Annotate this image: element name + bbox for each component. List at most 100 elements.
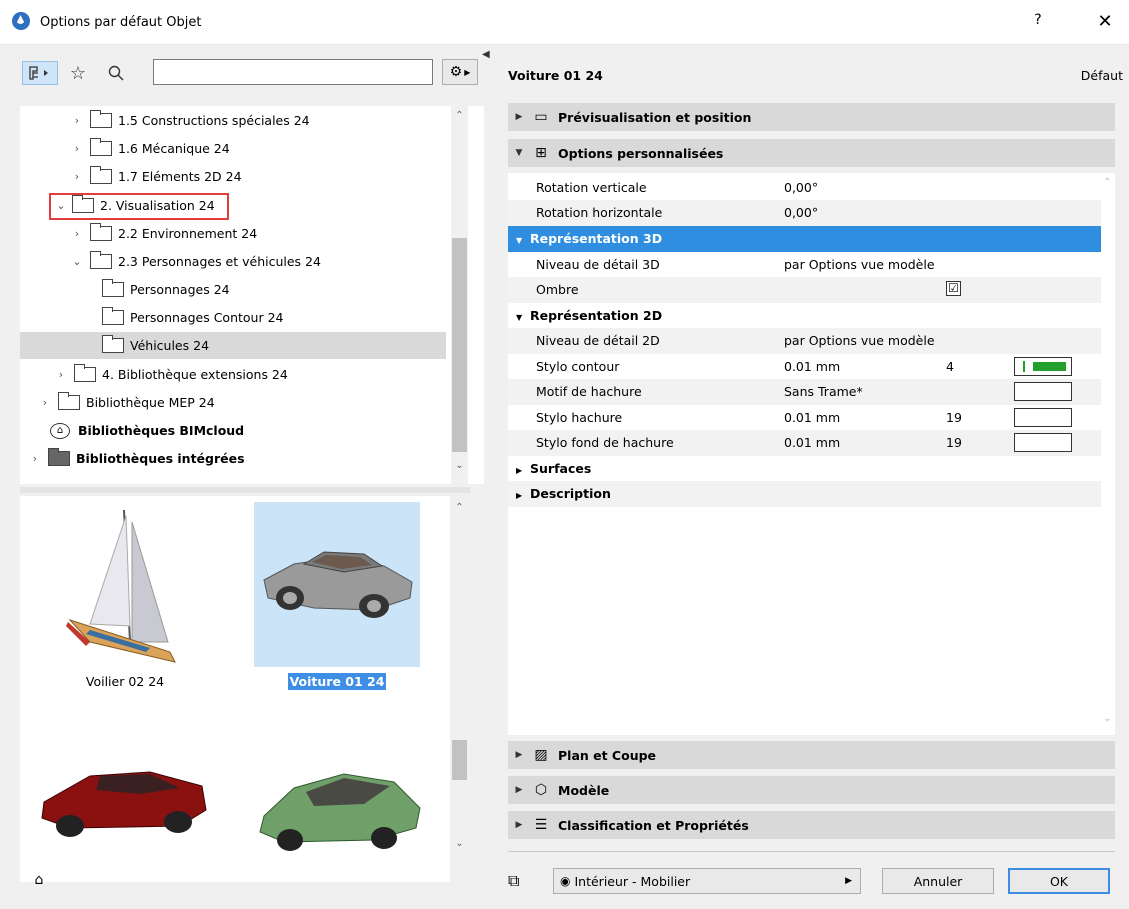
- cancel-button[interactable]: Annuler: [882, 868, 994, 894]
- param-name: Rotation horizontale: [536, 205, 663, 221]
- chevron-right-icon[interactable]: ›: [54, 368, 68, 381]
- preview-item[interactable]: [244, 746, 421, 882]
- pen-color-swatch[interactable]: [1014, 357, 1072, 376]
- scroll-down-icon[interactable]: ⌄: [451, 460, 468, 471]
- chevron-right-icon[interactable]: ›: [70, 114, 84, 127]
- search-button[interactable]: [104, 61, 128, 85]
- pen-color-swatch[interactable]: [1014, 433, 1072, 452]
- param-value[interactable]: 0.01 mm: [784, 359, 840, 374]
- custom-options-icon: ⊞: [535, 145, 547, 161]
- folder-icon: [48, 448, 70, 466]
- default-label: Défaut: [1080, 68, 1123, 83]
- library-settings-button[interactable]: ⚙ ▶: [442, 59, 478, 85]
- tree-item[interactable]: › 2.2 Environnement 24: [20, 220, 446, 247]
- param-group-3d[interactable]: ▼ Représentation 3D: [508, 226, 1101, 252]
- param-row[interactable]: Stylo fond de hachure 0.01 mm 19: [508, 430, 1101, 456]
- section-model[interactable]: ▶ ⬡ Modèle: [508, 776, 1115, 804]
- scroll-thumb[interactable]: [452, 238, 467, 452]
- tree-item[interactable]: ⌄ 2.3 Personnages et véhicules 24: [20, 248, 446, 275]
- tree-item[interactable]: › 1.5 Constructions spéciales 24: [20, 107, 446, 134]
- pen-number[interactable]: 19: [946, 435, 962, 450]
- param-value[interactable]: par Options vue modèle: [784, 257, 935, 272]
- param-value[interactable]: 0,00°: [784, 205, 818, 220]
- scroll-down-icon[interactable]: ⌄: [451, 838, 468, 849]
- tree-scrollbar[interactable]: ⌃ ⌄: [451, 106, 468, 484]
- param-group-description[interactable]: ▶ Description: [508, 481, 1101, 507]
- section-plan-section[interactable]: ▶ ▨ Plan et Coupe: [508, 741, 1115, 769]
- ok-button[interactable]: OK: [1008, 868, 1110, 894]
- object-tree-view-button[interactable]: [22, 61, 58, 85]
- hatch-swatch[interactable]: [1014, 382, 1072, 401]
- param-scrollbar[interactable]: ⌃ ⌄: [1101, 173, 1115, 735]
- chevron-right-icon[interactable]: ›: [38, 396, 52, 409]
- param-group-surfaces[interactable]: ▶ Surfaces: [508, 456, 1101, 482]
- close-button[interactable]: ✕: [1093, 11, 1117, 32]
- tree-item-vehicules[interactable]: Véhicules 24: [20, 332, 446, 359]
- scroll-up-icon[interactable]: ⌃: [1099, 177, 1116, 188]
- tree-item-bimcloud[interactable]: ⌂ Bibliothèques BIMcloud: [20, 417, 446, 444]
- footer-bar: ⧉ ◉ Intérieur - Mobilier ▶ Annuler OK: [508, 865, 1115, 895]
- param-value[interactable]: 0.01 mm: [784, 410, 840, 425]
- folder-icon: [90, 138, 112, 156]
- scroll-down-icon[interactable]: ⌄: [1099, 713, 1116, 724]
- pen-number[interactable]: 4: [946, 359, 954, 374]
- section-preview-position[interactable]: ▶ ▭ Prévisualisation et position: [508, 103, 1115, 131]
- chevron-right-icon[interactable]: ›: [70, 170, 84, 183]
- document-icon: ☰: [534, 817, 548, 833]
- pane-splitter[interactable]: [20, 487, 470, 493]
- pen-number[interactable]: 19: [946, 410, 962, 425]
- param-row[interactable]: Ombre ☑: [508, 277, 1101, 303]
- tree-item[interactable]: Personnages 24: [20, 276, 446, 303]
- tree-item[interactable]: › 4. Bibliothèque extensions 24: [20, 361, 446, 388]
- panel-splitter[interactable]: ◀: [480, 45, 494, 909]
- object-hierarchy-icon: [29, 66, 48, 80]
- archicad-app-icon: [12, 12, 30, 30]
- collapse-left-icon[interactable]: ◀: [482, 49, 490, 60]
- scroll-thumb[interactable]: [452, 740, 467, 780]
- shadow-checkbox[interactable]: ☑: [946, 281, 961, 296]
- red-car-thumbnail: [30, 746, 220, 882]
- preview-item-selected[interactable]: Voiture 01 24: [254, 502, 420, 690]
- chevron-right-icon[interactable]: ›: [70, 142, 84, 155]
- tree-item[interactable]: › 1.6 Mécanique 24: [20, 135, 446, 162]
- tree-item[interactable]: Personnages Contour 24: [20, 304, 446, 331]
- param-value[interactable]: 0.01 mm: [784, 435, 840, 450]
- param-value[interactable]: par Options vue modèle: [784, 333, 935, 348]
- param-value[interactable]: Sans Trame*: [784, 384, 863, 399]
- chevron-right-icon[interactable]: ›: [70, 227, 84, 240]
- pen-color-swatch[interactable]: [1014, 408, 1072, 427]
- collapse-triangle-icon: ▼: [516, 313, 523, 323]
- param-row[interactable]: Stylo contour 0.01 mm 4: [508, 354, 1101, 380]
- tree-item-builtin[interactable]: › Bibliothèques intégrées: [20, 445, 446, 472]
- preview-item[interactable]: [30, 746, 207, 882]
- param-row[interactable]: Niveau de détail 3D par Options vue modè…: [508, 252, 1101, 278]
- library-manager-icon: ⌂: [34, 872, 44, 888]
- search-input[interactable]: [153, 59, 433, 85]
- scroll-up-icon[interactable]: ⌃: [451, 110, 468, 121]
- section-label: Prévisualisation et position: [558, 109, 752, 125]
- layer-select[interactable]: ◉ Intérieur - Mobilier ▶: [553, 868, 861, 894]
- param-value[interactable]: 0,00°: [784, 180, 818, 195]
- scroll-up-icon[interactable]: ⌃: [451, 502, 468, 513]
- section-label: Options personnalisées: [558, 145, 724, 161]
- param-row[interactable]: Rotation verticale 0,00°: [508, 175, 1101, 201]
- param-row[interactable]: Stylo hachure 0.01 mm 19: [508, 405, 1101, 431]
- preview-position-icon: ▭: [534, 109, 548, 125]
- param-row[interactable]: Motif de hachure Sans Trame*: [508, 379, 1101, 405]
- help-button[interactable]: ?: [1028, 12, 1048, 28]
- chevron-right-icon[interactable]: ›: [28, 452, 42, 465]
- library-manager-button[interactable]: ⌂: [24, 868, 54, 892]
- dropdown-arrow-icon: ▶: [464, 67, 471, 77]
- param-group-2d[interactable]: ▼ Représentation 2D: [508, 303, 1101, 329]
- section-classification[interactable]: ▶ ☰ Classification et Propriétés: [508, 811, 1115, 839]
- param-row[interactable]: Rotation horizontale 0,00°: [508, 200, 1101, 226]
- favorites-button[interactable]: ☆: [66, 61, 90, 85]
- param-row[interactable]: Niveau de détail 2D par Options vue modè…: [508, 328, 1101, 354]
- pen-weight-tick: [1023, 361, 1025, 372]
- tree-item[interactable]: › 1.7 Eléments 2D 24: [20, 163, 446, 190]
- chevron-down-icon[interactable]: ⌄: [70, 255, 84, 268]
- preview-scrollbar[interactable]: ⌃ ⌄: [451, 496, 468, 882]
- tree-item[interactable]: › Bibliothèque MEP 24: [20, 389, 446, 416]
- preview-item[interactable]: Voilier 02 24: [50, 502, 200, 689]
- section-custom-options[interactable]: ▼ ⊞ Options personnalisées: [508, 139, 1115, 167]
